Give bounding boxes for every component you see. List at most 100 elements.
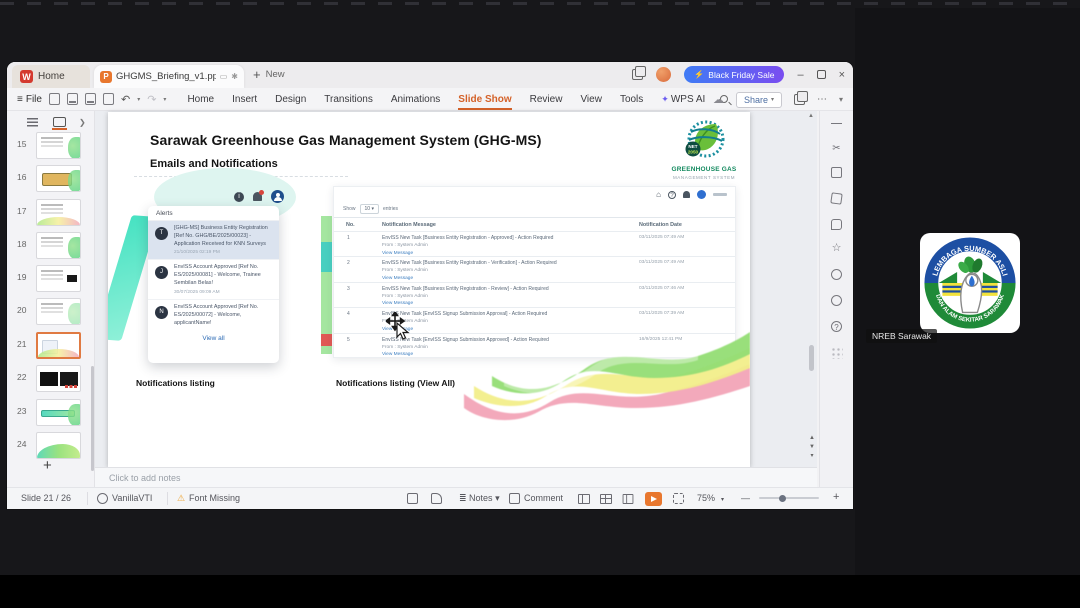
handout-icon[interactable] — [431, 493, 442, 504]
menu-slide-show[interactable]: Slide Show — [449, 90, 520, 110]
document-title: GHGMS_Briefing_v1.pptx — [116, 71, 216, 82]
menu-wps-ai[interactable]: ✦ WPS AI — [652, 90, 714, 109]
alerts-header: Alerts — [148, 206, 279, 221]
close-button[interactable]: × — [839, 69, 845, 81]
edit-area-scrollbar[interactable]: ▲ ▲ ▼ ▾ — [806, 111, 818, 467]
slide-number: 24 — [17, 439, 27, 449]
zoom-dropdown-icon[interactable]: ▾ — [721, 496, 724, 503]
undo-dropdown-icon[interactable]: ▾ — [137, 96, 140, 103]
menu-animations[interactable]: Animations — [382, 90, 449, 109]
slide-thumbnail-15[interactable] — [36, 132, 81, 159]
slideshow-play-button[interactable] — [645, 492, 662, 506]
participant-name-label: NREB Sarawak — [866, 329, 938, 343]
quickbar-dropdown-icon[interactable]: ▾ — [163, 96, 166, 103]
collapse-ribbon-icon[interactable]: ▾ — [839, 95, 843, 104]
collapse-icon[interactable] — [831, 123, 842, 124]
menu-view[interactable]: View — [571, 90, 611, 109]
panel-expand-icon[interactable]: ❯ — [79, 118, 86, 127]
file-menu[interactable]: ≡ File — [17, 94, 42, 105]
slide-sorter-icon[interactable] — [600, 494, 612, 504]
layout-panel-icon[interactable] — [793, 91, 808, 105]
help-icon[interactable]: ? — [831, 321, 842, 332]
slide-thumbnail-21-selected[interactable] — [36, 332, 81, 359]
slide-thumbnail-17[interactable] — [36, 199, 81, 226]
more-options-icon[interactable]: ⋯ — [817, 94, 827, 105]
zoom-level[interactable]: 75% — [697, 493, 715, 503]
fit-slide-icon[interactable] — [673, 493, 684, 504]
reading-view-icon[interactable] — [622, 494, 634, 504]
theme-name[interactable]: VanillaVTI — [112, 493, 152, 503]
comment-icon[interactable] — [509, 493, 520, 504]
restore-button[interactable] — [816, 70, 826, 79]
window-stack-icon[interactable] — [632, 66, 647, 80]
tab-document[interactable]: P GHGMS_Briefing_v1.pptx ▭ ✱ — [94, 65, 244, 88]
elements-icon[interactable] — [831, 167, 842, 178]
scrollbar-thumb[interactable] — [809, 345, 814, 371]
slide-thumbnail-19[interactable] — [36, 265, 81, 292]
comment-label[interactable]: Comment — [524, 493, 563, 503]
slide-view-icon[interactable] — [52, 117, 67, 130]
export-icon[interactable] — [66, 93, 78, 105]
menu-insert[interactable]: Insert — [223, 90, 266, 109]
new-tab-button[interactable]: + New — [253, 67, 285, 82]
shapes-icon[interactable] — [830, 192, 843, 205]
alert-date: 30/07/2025 09:09 AM — [174, 289, 220, 295]
cloud-sync-icon[interactable]: ☁ — [713, 93, 724, 106]
print-icon[interactable] — [84, 93, 96, 105]
outline-view-icon[interactable] — [27, 118, 38, 127]
share-button[interactable]: Share ▾ — [735, 91, 782, 108]
black-friday-sale-button[interactable]: ⚡ Black Friday Sale — [684, 66, 785, 83]
zoom-in-button[interactable]: + — [833, 491, 839, 503]
comment-panel-icon[interactable] — [831, 219, 842, 230]
thumb-art — [60, 372, 78, 386]
print-preview-icon[interactable] — [102, 93, 114, 105]
zoom-slider-handle[interactable] — [779, 494, 786, 502]
thumb-art — [37, 444, 80, 458]
slide-nav-buttons[interactable]: ▲ ▼ ▾ — [807, 434, 817, 461]
zoom-slider[interactable] — [759, 494, 819, 502]
tools-icon[interactable]: ✂ — [831, 143, 842, 154]
history-icon[interactable] — [831, 295, 842, 306]
participant-video-tile[interactable]: LEMBAGA SUMBER ASLI DAN ALAM SEKITAR SAR… — [920, 233, 1020, 333]
menu-review[interactable]: Review — [521, 90, 572, 109]
alert-text: EnvISS Account Approved [Ref No. ES/2025… — [174, 303, 259, 326]
menu-design[interactable]: Design — [266, 90, 315, 109]
alert-item: N EnvISS Account Approved [Ref No. ES/20… — [148, 300, 279, 331]
menu-home[interactable]: Home — [178, 90, 223, 109]
zoom-out-button[interactable]: — — [741, 493, 750, 503]
slide-thumbnail-16[interactable] — [36, 165, 81, 192]
undo-icon[interactable]: ↶ — [121, 93, 130, 106]
scroll-up-icon[interactable]: ▲ — [808, 113, 814, 119]
normal-view-icon[interactable] — [578, 494, 590, 504]
save-icon[interactable] — [48, 93, 60, 105]
menu-tools[interactable]: Tools — [611, 90, 652, 109]
slide-thumbnail-24[interactable] — [36, 432, 81, 459]
svg-text:NET: NET — [688, 144, 697, 149]
caption-notifications-listing: Notifications listing — [136, 378, 215, 388]
deco-strip-seg — [321, 242, 332, 272]
notes-area[interactable]: Click to add notes — [95, 467, 817, 487]
slide-thumbnail-22[interactable] — [36, 365, 81, 392]
tab-home[interactable]: W Home — [12, 65, 90, 88]
notes-toggle[interactable]: ≣ Notes ▾ — [459, 493, 500, 504]
redo-icon[interactable]: ↷ — [147, 93, 156, 106]
menu-transitions[interactable]: Transitions — [315, 90, 382, 109]
svg-text:2050: 2050 — [688, 150, 699, 155]
tab-device-icon: ▭ — [219, 72, 228, 81]
add-slide-button[interactable]: + — [43, 457, 52, 474]
spellcheck-icon[interactable] — [407, 493, 418, 504]
slide-thumbnail-20[interactable] — [36, 298, 81, 325]
font-missing-label[interactable]: Font Missing — [189, 493, 240, 503]
slide-thumbnail-18[interactable] — [36, 232, 81, 259]
favorites-icon[interactable]: ☆ — [831, 243, 842, 254]
slide-thumbnail-23[interactable] — [36, 399, 81, 426]
alerts-panel-screenshot[interactable]: Alerts T [GHG-MS] Business Entity Regist… — [148, 206, 279, 363]
account-avatar[interactable] — [656, 67, 672, 82]
thumbnail-scrollbar[interactable] — [91, 366, 94, 471]
apps-grid-icon[interactable] — [831, 347, 843, 359]
minimize-button[interactable]: – — [797, 69, 803, 81]
contacts-icon[interactable] — [831, 269, 842, 280]
slide-canvas[interactable]: Sarawak Greenhouse Gas Management System… — [108, 112, 750, 467]
username-placeholder — [713, 193, 727, 196]
alert-avatar: N — [155, 305, 168, 319]
